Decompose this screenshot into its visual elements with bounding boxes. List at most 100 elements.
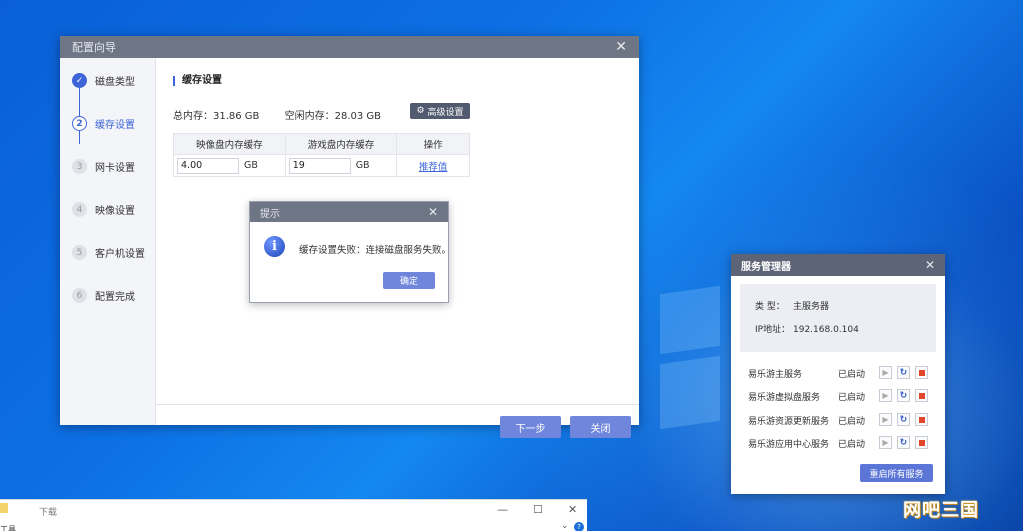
ip-value: 192.168.0.104: [793, 325, 859, 335]
help-icon[interactable]: ?: [574, 522, 584, 531]
gear-icon: ⚙: [416, 106, 425, 116]
restart-icon[interactable]: ↻: [897, 389, 910, 402]
step-number: 3: [72, 159, 87, 174]
ribbon-tab-tools[interactable]: 工具: [0, 524, 16, 531]
action-cell: 推荐值: [396, 154, 470, 177]
restart-all-services-button[interactable]: 重启所有服务: [860, 464, 933, 482]
step-label: 网卡设置: [95, 163, 135, 174]
wizard-steps: ✓ 磁盘类型 2 缓存设置 3 网卡设置 4 映像设置 5 客户机设置 6 配置…: [60, 58, 156, 425]
service-status: 已启动: [838, 370, 866, 380]
unit-label: GB: [355, 160, 370, 171]
service-row: 易乐游虚拟盘服务 已启动 ▶ ↻: [748, 389, 938, 403]
minimize-icon[interactable]: —: [497, 503, 508, 516]
type-label: 类 型：: [755, 302, 785, 312]
type-value: 主服务器: [793, 302, 830, 312]
restart-icon[interactable]: ↻: [897, 413, 910, 426]
server-info-panel: 类 型： 主服务器 IP地址： 192.168.0.104: [740, 284, 936, 352]
step-number: 6: [72, 288, 87, 303]
service-name: 易乐游资源更新服务: [748, 417, 830, 427]
section-title: 缓存设置: [173, 76, 222, 86]
step-finish: 6 配置完成: [72, 288, 135, 303]
restart-icon[interactable]: ↻: [897, 436, 910, 449]
service-name: 易乐游应用中心服务: [748, 440, 830, 450]
service-manager-close-icon[interactable]: ✕: [925, 259, 935, 271]
explorer-title: 下载: [39, 508, 58, 518]
server-type: 类 型： 主服务器: [755, 299, 829, 312]
cache-table: 映像盘内存缓存 游戏盘内存缓存 操作 4.00 GB 19 GB 推荐值: [173, 133, 470, 177]
play-icon[interactable]: ▶: [879, 389, 892, 402]
explorer-close-icon[interactable]: ✕: [568, 503, 577, 516]
watermark-logo: 网吧三国: [903, 500, 979, 521]
folder-icon: [0, 503, 8, 513]
step-cache-settings: 2 缓存设置: [72, 116, 135, 131]
game-cache-cell: 19 GB: [284, 154, 398, 177]
col-game-cache: 游戏盘内存缓存: [284, 133, 398, 155]
step-image-settings: 4 映像设置: [72, 202, 135, 217]
wizard-titlebar[interactable]: 配置向导 ✕: [60, 36, 639, 58]
service-manager-titlebar[interactable]: 服务管理器 ✕: [731, 254, 945, 276]
play-icon[interactable]: ▶: [879, 366, 892, 379]
table-header-row: 映像盘内存缓存 游戏盘内存缓存 操作: [173, 133, 470, 155]
alert-dialog: 提示 ✕ i 缓存设置失败：连接磁盘服务失败。 确定: [249, 201, 452, 303]
info-icon: i: [264, 236, 285, 257]
step-disk-type: ✓ 磁盘类型: [72, 73, 135, 88]
total-memory: 总内存：31.86 GB: [173, 111, 260, 122]
step-client-settings: 5 客户机设置: [72, 245, 145, 260]
step-label: 缓存设置: [95, 120, 135, 131]
alert-titlebar[interactable]: 提示 ✕: [250, 202, 448, 222]
advanced-settings-label: 高级设置: [427, 107, 464, 118]
ok-button[interactable]: 确定: [383, 272, 435, 289]
stop-icon[interactable]: [915, 436, 928, 449]
col-action: 操作: [396, 133, 470, 155]
alert-message: 缓存设置失败：连接磁盘服务失败。: [299, 245, 452, 256]
desktop-pane: [660, 285, 720, 355]
game-cache-input[interactable]: 19: [288, 157, 351, 174]
image-cache-input[interactable]: 4.00: [177, 157, 239, 174]
service-status: 已启动: [838, 393, 866, 403]
step-number: 2: [72, 116, 87, 131]
step-number: 5: [72, 245, 87, 260]
stop-icon[interactable]: [915, 413, 928, 426]
image-cache-cell: 4.00 GB: [173, 154, 286, 177]
ip-label: IP地址：: [755, 325, 791, 335]
service-manager-title: 服务管理器: [741, 261, 791, 273]
stop-icon[interactable]: [915, 366, 928, 379]
wizard-title: 配置向导: [72, 41, 116, 54]
close-button[interactable]: 关闭: [570, 416, 631, 438]
service-row: 易乐游应用中心服务 已启动 ▶ ↻: [748, 436, 938, 450]
step-label: 映像设置: [95, 206, 135, 217]
desktop-pane: [660, 355, 720, 430]
chevron-down-icon[interactable]: ⌄: [561, 521, 569, 531]
step-label: 磁盘类型: [95, 77, 135, 88]
table-row: 4.00 GB 19 GB 推荐值: [173, 154, 470, 177]
service-status: 已启动: [838, 440, 866, 450]
restart-icon[interactable]: ↻: [897, 366, 910, 379]
step-label: 客户机设置: [95, 249, 145, 260]
service-row: 易乐游资源更新服务 已启动 ▶ ↻: [748, 413, 938, 427]
memory-info: 总内存：31.86 GB 空闲内存：28.03 GB: [173, 107, 403, 122]
wizard-close-icon[interactable]: ✕: [615, 40, 627, 54]
advanced-settings-button[interactable]: ⚙ 高级设置: [410, 103, 470, 119]
play-icon[interactable]: ▶: [879, 436, 892, 449]
service-row: 易乐游主服务 已启动 ▶ ↻: [748, 366, 938, 380]
col-image-cache: 映像盘内存缓存: [173, 133, 286, 155]
free-memory: 空闲内存：28.03 GB: [284, 111, 382, 122]
stop-icon[interactable]: [915, 389, 928, 402]
service-name: 易乐游虚拟盘服务: [748, 393, 821, 403]
next-button[interactable]: 下一步: [500, 416, 561, 438]
unit-label: GB: [244, 160, 258, 171]
step-label: 配置完成: [95, 292, 135, 303]
maximize-icon[interactable]: ☐: [533, 503, 543, 516]
play-icon[interactable]: ▶: [879, 413, 892, 426]
step-nic-settings: 3 网卡设置: [72, 159, 135, 174]
explorer-window: 下载 — ☐ ✕ 工具 ⌄ ?: [0, 499, 587, 531]
recommended-value-link[interactable]: 推荐值: [419, 162, 448, 173]
footer-divider: [156, 404, 639, 405]
service-status: 已启动: [838, 417, 866, 427]
alert-title: 提示: [260, 208, 280, 220]
alert-close-icon[interactable]: ✕: [428, 206, 438, 218]
service-manager-window: 服务管理器 ✕ 类 型： 主服务器 IP地址： 192.168.0.104 易乐游主…: [731, 254, 945, 494]
step-number: 4: [72, 202, 87, 217]
service-name: 易乐游主服务: [748, 370, 803, 380]
server-ip: IP地址： 192.168.0.104: [755, 322, 859, 335]
